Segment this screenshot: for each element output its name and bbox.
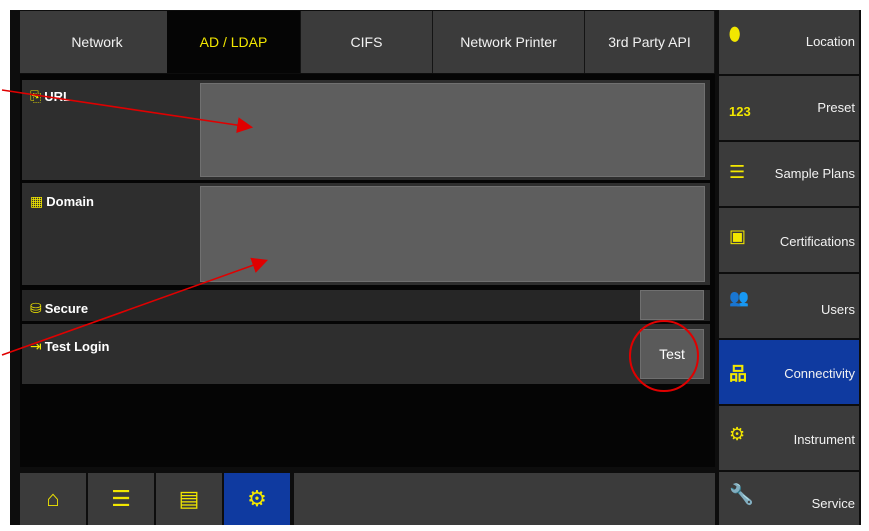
login-icon: ⇥ — [30, 338, 42, 354]
sidebar-label: Connectivity — [784, 366, 855, 381]
tab-label: Network Printer — [460, 34, 557, 50]
url-label-group: ⎘ URL — [30, 88, 71, 105]
domain-input[interactable] — [200, 186, 705, 282]
instrument-icon: ⚙ — [729, 424, 746, 444]
sidebar-label: Certifications — [779, 234, 855, 249]
tab-3rd-party-api[interactable]: 3rd Party API — [585, 11, 715, 73]
test-button[interactable]: Test — [640, 329, 704, 379]
url-label: URL — [44, 89, 71, 104]
home-button[interactable]: ⌂ — [20, 473, 86, 525]
ldap-settings-panel: ⎘ URL ▦ Domain ⛁ Secure ⇥ Test Login Tes… — [20, 74, 715, 467]
document-button[interactable]: ▤ — [156, 473, 222, 525]
tab-label: 3rd Party API — [608, 34, 691, 50]
sidebar-item-certifications[interactable]: ▣ Certifications — [719, 208, 859, 272]
sidebar-label: Instrument — [793, 432, 855, 447]
bottom-bar-empty — [294, 473, 715, 525]
tab-network[interactable]: Network — [20, 11, 175, 73]
test-button-label: Test — [659, 346, 685, 362]
device-screen: Network AD / LDAP CIFS Network Printer 3… — [10, 10, 861, 525]
users-icon: 👥 — [729, 290, 749, 307]
secure-toggle[interactable] — [640, 290, 704, 320]
test-login-row: ⇥ Test Login Test — [22, 324, 710, 384]
tab-label: CIFS — [350, 34, 383, 50]
url-row: ⎘ URL — [22, 80, 710, 180]
secure-label-group: ⛁ Secure — [30, 300, 88, 317]
sidebar-label: Sample Plans — [774, 166, 855, 181]
sidebar-label: Users — [821, 302, 855, 317]
url-icon: ⎘ — [30, 88, 42, 104]
secure-database-icon: ⛁ — [30, 300, 42, 316]
domain-label-group: ▦ Domain — [30, 193, 94, 210]
url-input[interactable] — [200, 83, 705, 177]
sidebar-label: Service — [811, 496, 855, 511]
sidebar-item-instrument[interactable]: ⚙ Instrument — [719, 406, 859, 470]
secure-row: ⛁ Secure — [22, 290, 710, 321]
wrench-icon: 🔧 — [729, 484, 754, 506]
domain-row: ▦ Domain — [22, 183, 710, 285]
sidebar-item-service[interactable]: 🔧 Service — [719, 472, 859, 525]
tab-cifs[interactable]: CIFS — [301, 11, 433, 73]
sidebar-label: Preset — [817, 100, 855, 115]
tab-label: AD / LDAP — [199, 34, 268, 50]
sidebar-item-users[interactable]: 👥 Users — [719, 274, 859, 338]
sample-plans-icon: ☰ — [729, 162, 746, 182]
list-icon: ☰ — [111, 486, 131, 511]
tab-label: Network — [71, 34, 123, 50]
location-pin-icon: ⬮ — [729, 24, 741, 44]
preset-123-icon: 123 — [729, 104, 751, 119]
home-icon: ⌂ — [46, 486, 60, 511]
test-login-label: Test Login — [44, 339, 110, 354]
document-icon: ▤ — [178, 486, 200, 511]
test-login-label-group: ⇥ Test Login — [30, 338, 110, 355]
sidebar-item-connectivity[interactable]: 品 Connectivity — [719, 340, 859, 404]
certificate-icon: ▣ — [729, 226, 747, 246]
tab-ad-ldap[interactable]: AD / LDAP — [167, 11, 301, 73]
network-icon: 品 — [729, 364, 747, 384]
sidebar-item-location[interactable]: ⬮ Location — [719, 10, 859, 74]
domain-label: Domain — [46, 194, 94, 209]
list-button[interactable]: ☰ — [88, 473, 154, 525]
settings-button[interactable]: ⚙ — [224, 473, 290, 525]
sidebar-label: Location — [805, 34, 855, 49]
sidebar-item-preset[interactable]: 123 Preset — [719, 76, 859, 140]
secure-label: Secure — [44, 301, 89, 316]
sidebar-item-sample-plans[interactable]: ☰ Sample Plans — [719, 142, 859, 206]
domain-icon: ▦ — [30, 193, 44, 209]
gear-icon: ⚙ — [247, 486, 267, 511]
tab-network-printer[interactable]: Network Printer — [433, 11, 585, 73]
